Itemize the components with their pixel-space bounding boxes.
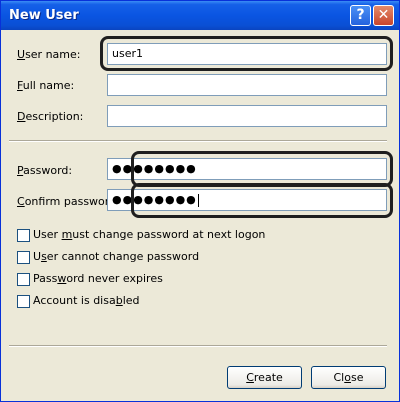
user-name-label: User name: (17, 48, 81, 61)
create-button[interactable]: Create (227, 366, 302, 389)
text-cursor (197, 193, 199, 207)
checkbox-label: User cannot change password (33, 250, 200, 263)
confirm-password-label: Confirm password: (17, 195, 120, 208)
checkbox-label: Account is disabled (33, 294, 140, 307)
separator (9, 140, 387, 142)
checkbox-box[interactable] (17, 251, 30, 264)
close-icon: ✕ (377, 7, 390, 23)
full-name-label: Full name: (17, 79, 75, 92)
title-bar[interactable]: New User ? ✕ (1, 1, 399, 30)
checkbox-box[interactable] (17, 273, 30, 286)
description-label: Description: (17, 110, 84, 123)
description-input[interactable] (107, 105, 387, 127)
full-name-input[interactable] (107, 74, 387, 96)
confirm-password-input[interactable]: ●●●●●●●● (107, 189, 387, 211)
close-button[interactable]: Close (311, 366, 386, 389)
password-label: Password: (17, 164, 73, 177)
dialog-title: New User (9, 8, 79, 23)
help-button[interactable]: ? (350, 5, 371, 26)
close-window-button[interactable]: ✕ (373, 5, 394, 26)
new-user-dialog: New User ? ✕ User name: user1 Full name:… (0, 0, 400, 402)
checkbox-label: User must change password at next logon (33, 228, 266, 241)
checkbox-box[interactable] (17, 229, 30, 242)
checkbox-box[interactable] (17, 295, 30, 308)
user-name-input[interactable]: user1 (107, 43, 387, 65)
password-input[interactable]: ●●●●●●●● (107, 158, 387, 180)
separator (9, 345, 387, 347)
checkbox-label: Password never expires (33, 272, 163, 285)
help-icon: ? (356, 7, 365, 23)
